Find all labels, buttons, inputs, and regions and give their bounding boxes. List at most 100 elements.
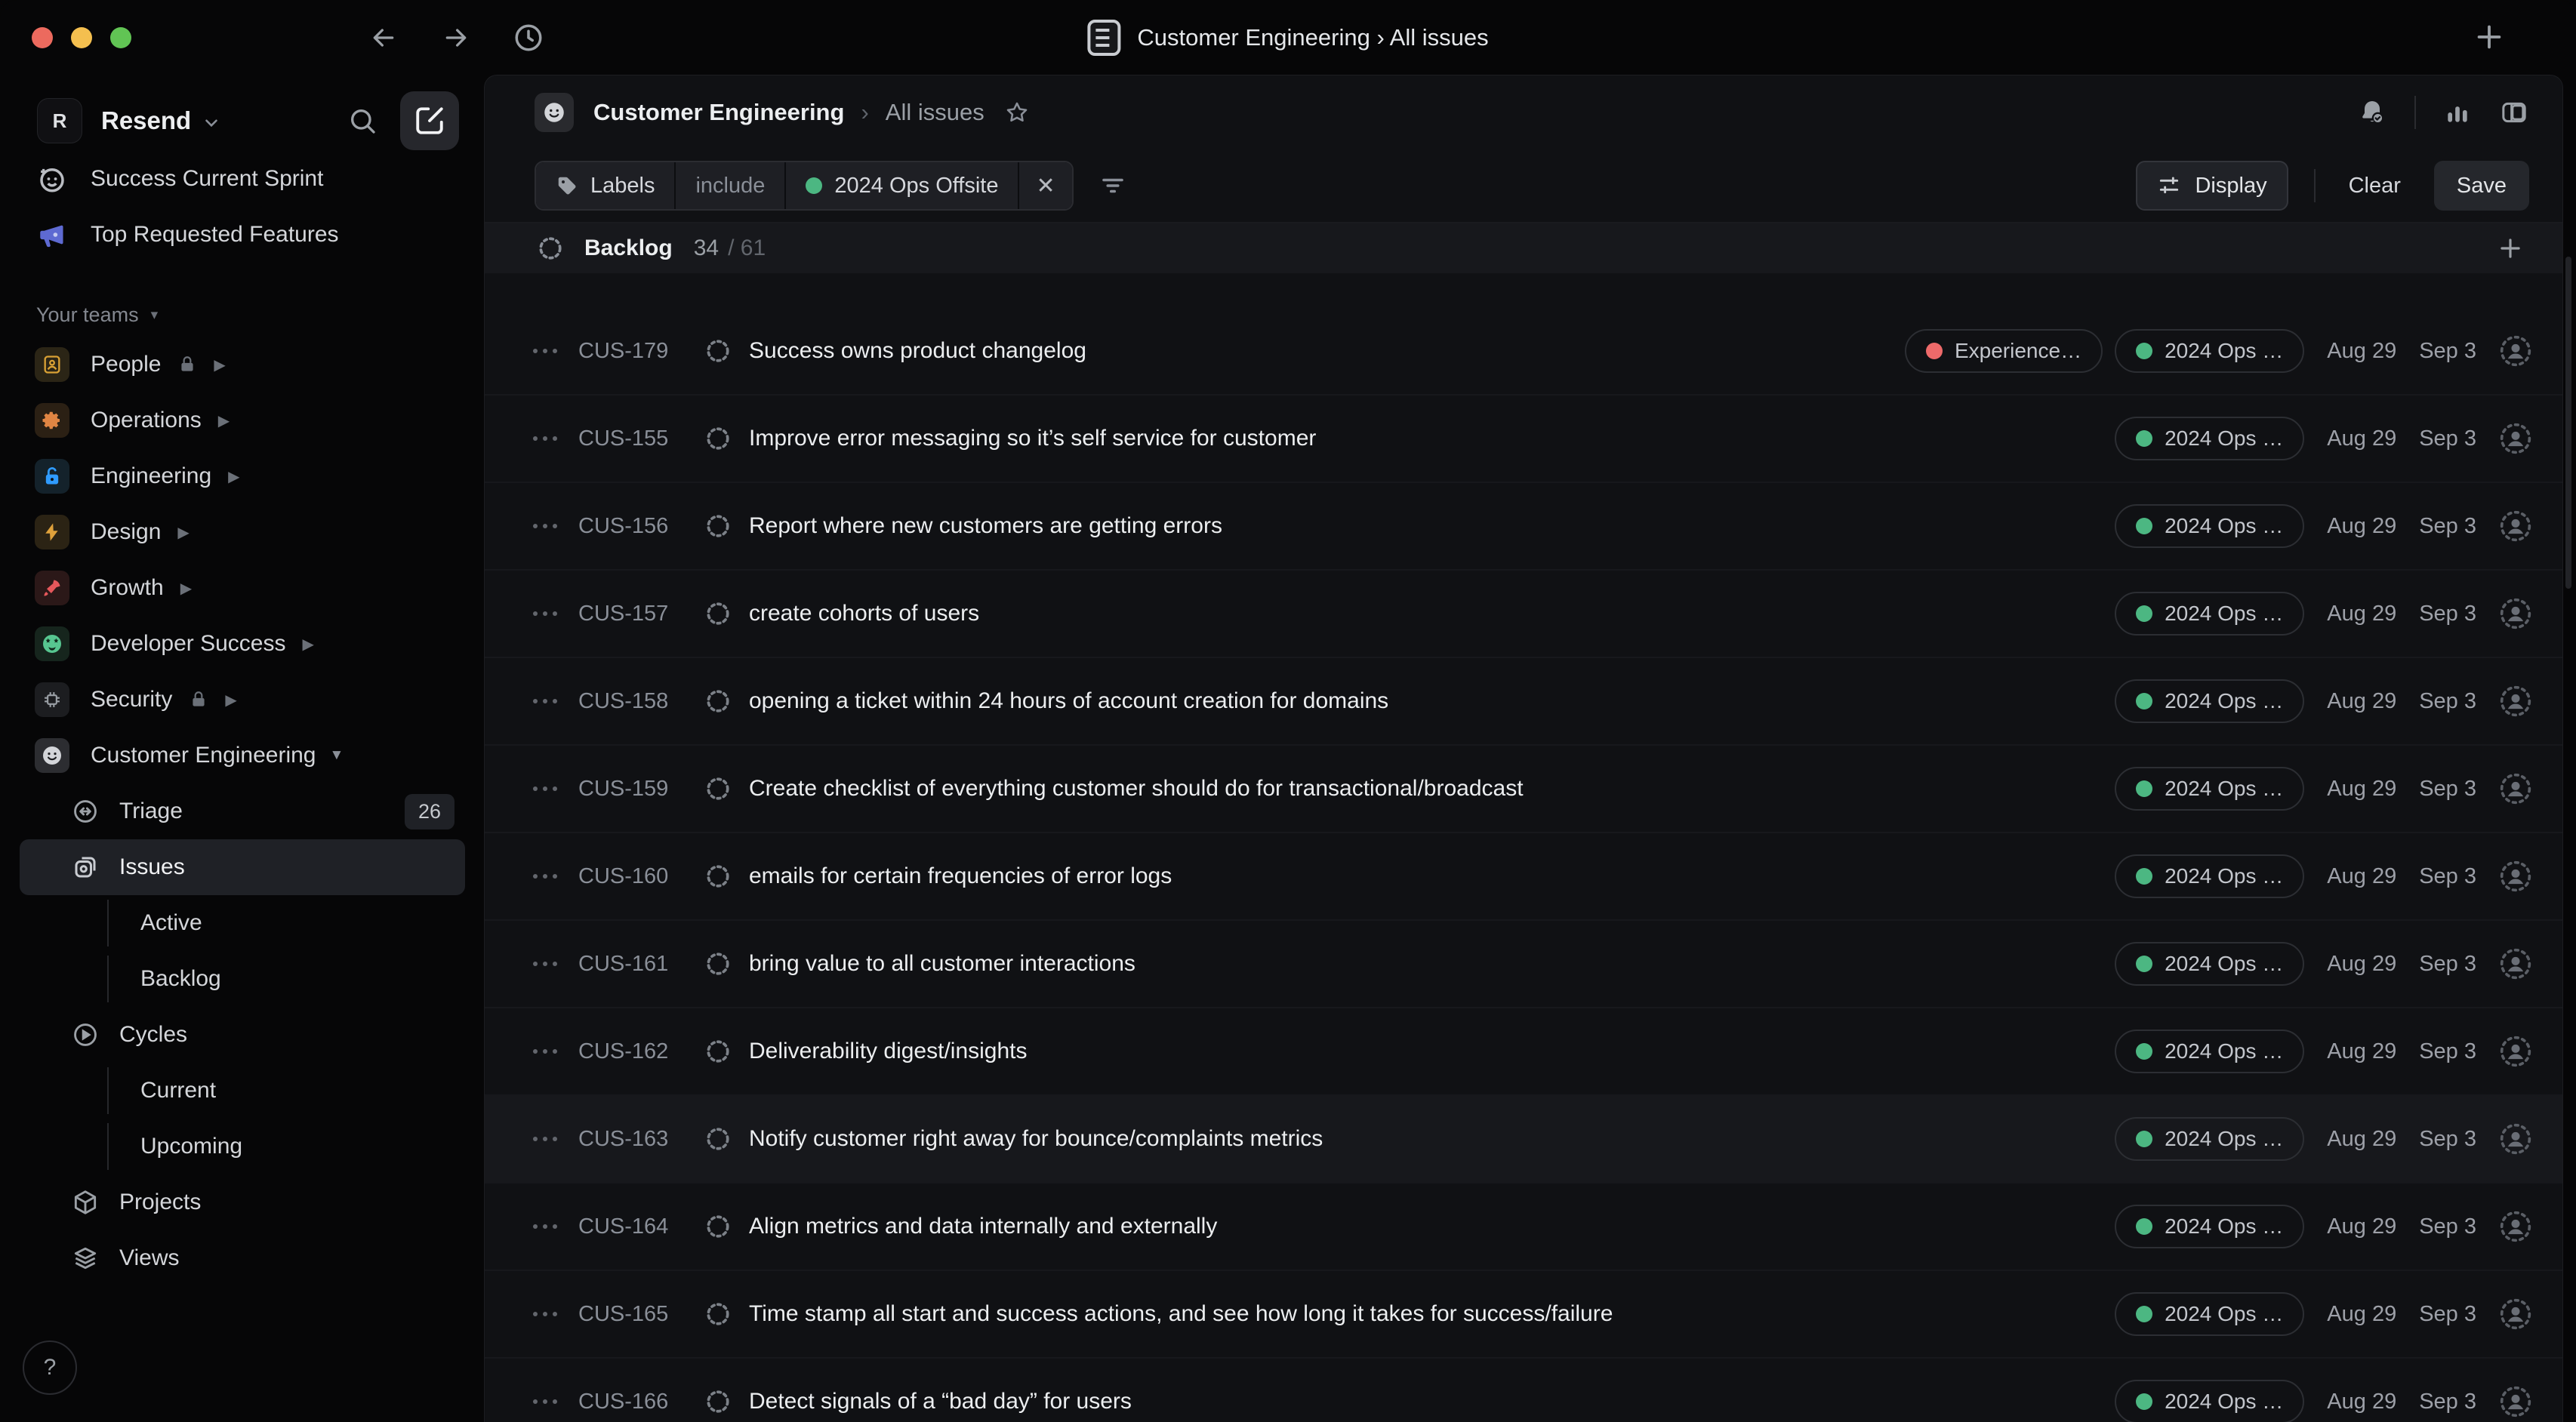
sidebar-team-engineering[interactable]: Engineering ▶	[20, 448, 465, 504]
save-button[interactable]: Save	[2434, 161, 2529, 211]
sidebar-team-growth[interactable]: Growth ▶	[20, 560, 465, 616]
assignee-avatar[interactable]	[2499, 1210, 2532, 1243]
assignee-avatar[interactable]	[2499, 947, 2532, 980]
backlog-status-icon[interactable]	[705, 1214, 731, 1239]
breadcrumb-view[interactable]: All issues	[886, 99, 984, 126]
workspace-logo[interactable]: R	[38, 99, 82, 143]
priority-icon[interactable]	[533, 1224, 568, 1229]
sidebar-item-active[interactable]: Active	[20, 895, 465, 951]
label-pill[interactable]: 2024 Ops …	[2115, 1205, 2304, 1248]
issue-title[interactable]: Report where new customers are getting e…	[749, 513, 2092, 539]
issue-title[interactable]: emails for certain frequencies of error …	[749, 863, 2092, 889]
issue-title[interactable]: Improve error messaging so it’s self ser…	[749, 426, 2092, 451]
issue-row[interactable]: CUS-160 emails for certain frequencies o…	[485, 833, 2562, 921]
backlog-status-icon[interactable]	[705, 776, 731, 802]
label-pill[interactable]: 2024 Ops …	[2115, 1030, 2304, 1073]
history-icon[interactable]	[510, 20, 547, 56]
label-pill[interactable]: 2024 Ops …	[2115, 767, 2304, 811]
issue-row[interactable]: CUS-158 opening a ticket within 24 hours…	[485, 658, 2562, 746]
issue-row[interactable]: CUS-164 Align metrics and data internall…	[485, 1183, 2562, 1271]
search-icon[interactable]	[338, 97, 387, 145]
priority-icon[interactable]	[533, 611, 568, 616]
backlog-status-icon[interactable]	[705, 863, 731, 889]
priority-icon[interactable]	[533, 699, 568, 703]
assignee-avatar[interactable]	[2499, 597, 2532, 630]
backlog-status-icon[interactable]	[705, 1389, 731, 1414]
assignee-avatar[interactable]	[2499, 772, 2532, 805]
priority-icon[interactable]	[533, 874, 568, 879]
clear-button[interactable]: Clear	[2341, 174, 2408, 199]
label-pill[interactable]: Experience…	[1905, 329, 2103, 373]
label-pill[interactable]: 2024 Ops …	[2115, 1380, 2304, 1422]
issue-row[interactable]: CUS-166 Detect signals of a “bad day” fo…	[485, 1359, 2562, 1422]
add-issue-button[interactable]	[2496, 234, 2525, 263]
issue-row[interactable]: CUS-163 Notify customer right away for b…	[485, 1096, 2562, 1183]
label-pill[interactable]: 2024 Ops …	[2115, 942, 2304, 986]
notifications-icon[interactable]	[2357, 97, 2387, 128]
priority-icon[interactable]	[533, 1049, 568, 1054]
assignee-avatar[interactable]	[2499, 509, 2532, 543]
priority-icon[interactable]	[533, 786, 568, 791]
new-tab-button[interactable]	[2472, 20, 2507, 54]
issue-row[interactable]: CUS-162 Deliverability digest/insights 2…	[485, 1008, 2562, 1096]
new-issue-button[interactable]	[400, 91, 459, 150]
label-pill[interactable]: 2024 Ops …	[2115, 504, 2304, 548]
sidebar-item-success-current-sprint[interactable]: Success Current Sprint	[20, 163, 465, 207]
assignee-avatar[interactable]	[2499, 860, 2532, 893]
sidebar-item-projects[interactable]: Projects	[20, 1174, 465, 1230]
minimize-window-button[interactable]	[71, 27, 92, 48]
sidebar-team-design[interactable]: Design ▶	[20, 504, 465, 560]
workspace-name[interactable]: Resend	[101, 106, 191, 135]
backlog-status-icon[interactable]	[705, 951, 731, 977]
sidebar-team-people[interactable]: People ▶	[20, 337, 465, 392]
backlog-status-icon[interactable]	[705, 1301, 731, 1327]
sidebar-scroll-area[interactable]: Success Current Sprint Top Requested Fea…	[20, 163, 465, 1280]
backlog-status-icon[interactable]	[705, 426, 731, 451]
assignee-avatar[interactable]	[2499, 685, 2532, 718]
backlog-section-header[interactable]: Backlog 34 / 61	[485, 223, 2562, 273]
backlog-status-icon[interactable]	[705, 338, 731, 364]
label-pill[interactable]: 2024 Ops …	[2115, 417, 2304, 460]
add-filter-icon[interactable]	[1099, 172, 1126, 199]
issue-row[interactable]: CUS-159 Create checklist of everything c…	[485, 746, 2562, 833]
chevron-down-icon[interactable]	[202, 113, 221, 133]
issue-row[interactable]: CUS-179 Success owns product changelog E…	[485, 308, 2562, 396]
breadcrumb-team[interactable]: Customer Engineering	[593, 99, 844, 126]
priority-icon[interactable]	[533, 436, 568, 441]
filter-field[interactable]: Labels	[536, 162, 674, 209]
assignee-avatar[interactable]	[2499, 1035, 2532, 1068]
assignee-avatar[interactable]	[2499, 1385, 2532, 1418]
sidebar-item-issues[interactable]: Issues	[20, 839, 465, 895]
issue-row[interactable]: CUS-157 create cohorts of users 2024 Ops…	[485, 571, 2562, 658]
sidebar-team-customer-engineering[interactable]: Customer Engineering ▼	[20, 728, 465, 783]
sidebar-team-developer-success[interactable]: Developer Success ▶	[20, 616, 465, 672]
backlog-status-icon[interactable]	[705, 601, 731, 626]
issue-row[interactable]: CUS-156 Report where new customers are g…	[485, 483, 2562, 571]
backlog-status-icon[interactable]	[705, 1126, 731, 1152]
priority-icon[interactable]	[533, 1137, 568, 1141]
issue-title[interactable]: Success owns product changelog	[749, 338, 1882, 364]
issue-title[interactable]: Time stamp all start and success actions…	[749, 1301, 2092, 1327]
priority-icon[interactable]	[533, 349, 568, 353]
label-pill[interactable]: 2024 Ops …	[2115, 854, 2304, 898]
sidebar-item-views[interactable]: Views	[20, 1230, 465, 1280]
sidebar-team-security[interactable]: Security ▶	[20, 672, 465, 728]
backlog-status-icon[interactable]	[705, 1039, 731, 1064]
sidebar-item-upcoming[interactable]: Upcoming	[20, 1119, 465, 1174]
favorite-star-icon[interactable]	[1004, 100, 1030, 125]
priority-icon[interactable]	[533, 524, 568, 528]
label-pill[interactable]: 2024 Ops …	[2115, 329, 2304, 373]
issue-title[interactable]: Deliverability digest/insights	[749, 1039, 2092, 1064]
assignee-avatar[interactable]	[2499, 1297, 2532, 1331]
issue-title[interactable]: opening a ticket within 24 hours of acco…	[749, 688, 2092, 714]
assignee-avatar[interactable]	[2499, 1122, 2532, 1156]
label-pill[interactable]: 2024 Ops …	[2115, 1292, 2304, 1336]
issue-row[interactable]: CUS-165 Time stamp all start and success…	[485, 1271, 2562, 1359]
display-button[interactable]: Display	[2136, 161, 2288, 211]
close-window-button[interactable]	[32, 27, 53, 48]
backlog-status-icon[interactable]	[705, 513, 731, 539]
scrollbar[interactable]	[2565, 257, 2571, 589]
issue-title[interactable]: Notify customer right away for bounce/co…	[749, 1126, 2092, 1152]
side-panel-toggle-icon[interactable]	[2499, 97, 2529, 128]
sidebar-item-top-requested-features[interactable]: Top Requested Features	[20, 207, 465, 263]
